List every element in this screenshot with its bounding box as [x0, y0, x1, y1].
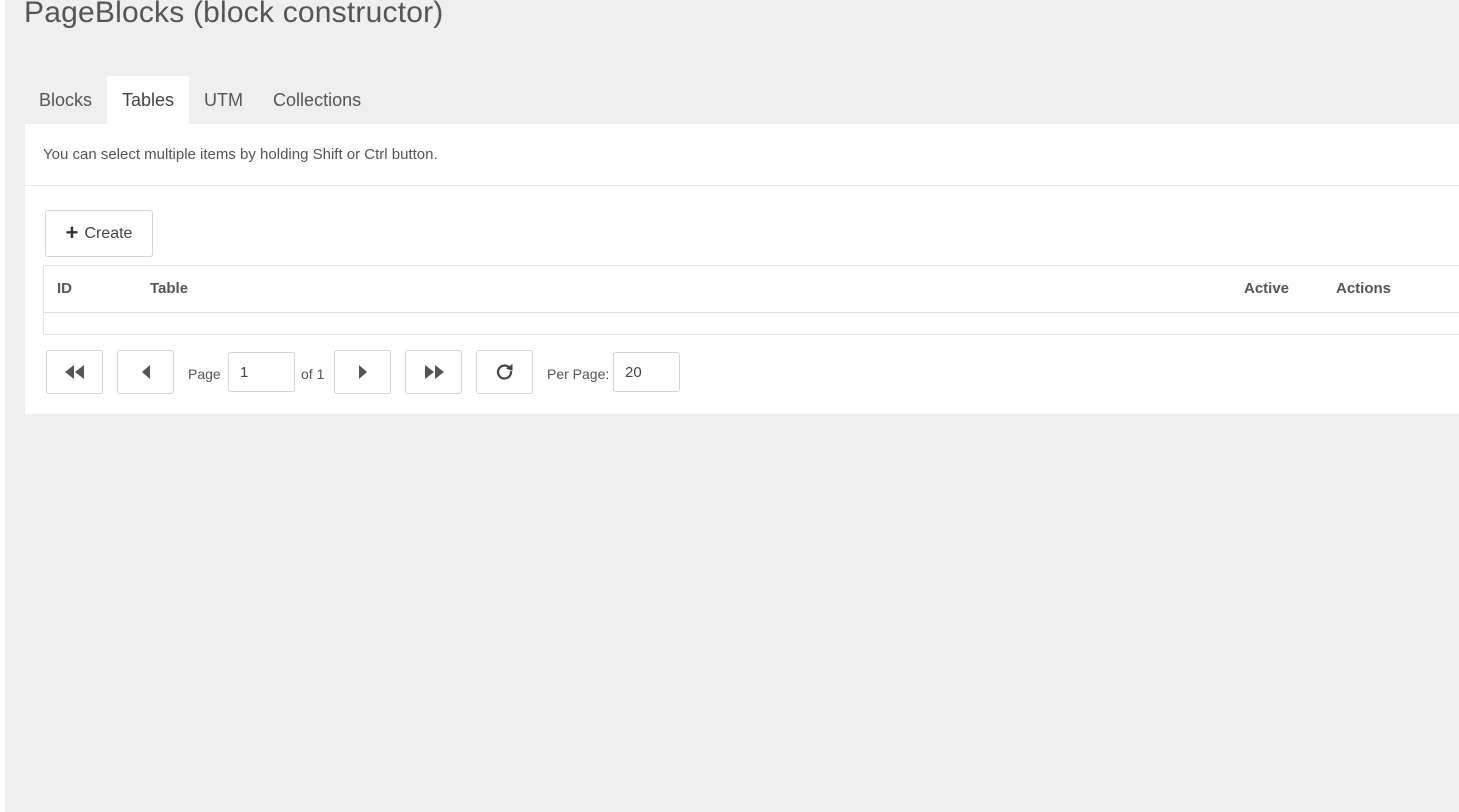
next-page-button[interactable] [334, 350, 391, 394]
plus-icon: + [65, 219, 79, 245]
double-chevron-left-icon [64, 365, 84, 379]
column-header-table[interactable]: Table [150, 280, 188, 297]
previous-page-button[interactable] [117, 350, 174, 394]
grid-header: ID Table Active Actions [44, 266, 1459, 313]
page: PageBlocks (block constructor) Blocks Ta… [5, 0, 1459, 812]
page-number-input[interactable] [228, 352, 295, 392]
create-button-label: Create [84, 224, 133, 242]
refresh-icon [496, 364, 512, 380]
tables-grid: ID Table Active Actions [43, 265, 1459, 335]
triangle-right-icon [358, 365, 367, 379]
tables-panel: You can select multiple items by holding… [25, 124, 1459, 414]
per-page-input[interactable] [613, 352, 680, 392]
tab-blocks[interactable]: Blocks [24, 76, 107, 124]
column-header-active[interactable]: Active [1244, 280, 1289, 297]
page-title: PageBlocks (block constructor) [24, 0, 444, 29]
page-label: Page [188, 366, 221, 382]
tab-collections[interactable]: Collections [258, 76, 376, 124]
column-header-id[interactable]: ID [57, 280, 72, 297]
create-button[interactable]: + Create [45, 210, 153, 257]
tab-tables[interactable]: Tables [107, 76, 190, 124]
double-chevron-right-icon [424, 365, 444, 379]
page-count-label: of 1 [301, 366, 325, 382]
refresh-button[interactable] [476, 350, 533, 394]
divider [25, 185, 1459, 186]
triangle-left-icon [141, 365, 150, 379]
tab-bar: Blocks Tables UTM Collections [24, 76, 376, 124]
first-page-button[interactable] [46, 350, 103, 394]
tab-utm[interactable]: UTM [189, 76, 258, 124]
last-page-button[interactable] [405, 350, 462, 394]
selection-hint: You can select multiple items by holding… [43, 146, 438, 163]
column-header-actions[interactable]: Actions [1336, 280, 1391, 297]
per-page-label: Per Page: [547, 366, 610, 382]
